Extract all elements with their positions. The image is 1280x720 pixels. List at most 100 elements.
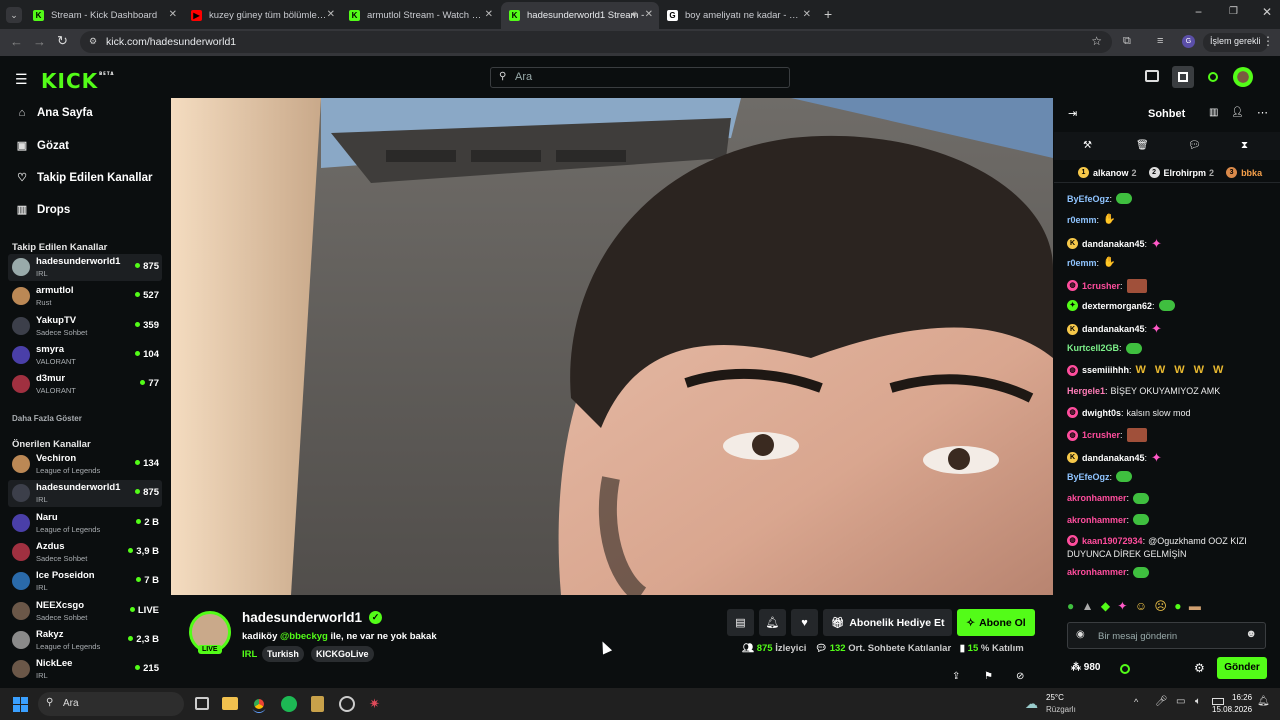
tag-chip[interactable]: KICKGoLive bbox=[311, 646, 374, 662]
chat-username[interactable]: Hergele1 bbox=[1067, 386, 1105, 396]
green-emote-icon[interactable]: ● bbox=[1174, 599, 1183, 613]
chat-username[interactable]: dwight0s bbox=[1082, 408, 1121, 418]
weather-temp[interactable]: 25°C bbox=[1046, 693, 1064, 702]
chat-username[interactable]: 1crusher bbox=[1082, 430, 1120, 440]
sidebar-channel[interactable]: Rakyz League of Legends 2,3 B bbox=[8, 627, 162, 654]
chat-username[interactable]: akronhammer bbox=[1067, 515, 1127, 525]
slow-mode-icon[interactable]: ⧗ bbox=[1241, 140, 1248, 151]
mute-icon[interactable]: ⊘ bbox=[1016, 671, 1024, 682]
leaderboard-entry[interactable]: 1 alkanow 2 bbox=[1078, 167, 1137, 178]
chat-message[interactable]: ByEfeOgz: bbox=[1067, 193, 1133, 204]
chat-message[interactable]: akronhammer: bbox=[1067, 492, 1150, 504]
minimize-icon[interactable]: − bbox=[1195, 5, 1202, 19]
channel-points[interactable]: ⁂ 980 bbox=[1071, 662, 1100, 673]
hammer-icon[interactable]: ⚒ bbox=[1083, 140, 1092, 151]
chat-message[interactable]: Hergele1: BİŞEY OKUYAMIYOZ AMK bbox=[1067, 386, 1220, 396]
chat-message[interactable]: Kdandanakan45: ✦ bbox=[1067, 321, 1162, 337]
url-field[interactable]: ⚙ kick.com/hadesunderworld1 ☆ bbox=[80, 31, 1112, 53]
chat-username[interactable]: r0emm bbox=[1067, 258, 1097, 268]
sidebar-channel[interactable]: NEEXcsgo Sadece Sohbet LIVE bbox=[8, 598, 162, 625]
chat-message[interactable]: akronhammer: bbox=[1067, 566, 1150, 578]
sidebar-channel[interactable]: hadesunderworld1 IRL 875 bbox=[8, 480, 162, 508]
chat-username[interactable]: dextermorgan62 bbox=[1082, 301, 1152, 311]
nav-item[interactable]: ▥ Drops bbox=[16, 203, 70, 217]
chat-username[interactable]: ssemiiihhh bbox=[1082, 365, 1129, 375]
spotify-icon[interactable] bbox=[281, 696, 297, 712]
close-tab-icon[interactable]: ✕ bbox=[645, 9, 653, 20]
menu-icon[interactable]: ☰ bbox=[15, 71, 28, 88]
reading-list-icon[interactable]: ≡ bbox=[1157, 35, 1163, 47]
back-icon[interactable]: ← bbox=[10, 34, 23, 49]
league-icon[interactable] bbox=[311, 696, 324, 712]
sidebar-channel[interactable]: smyra VALORANT 104 bbox=[8, 342, 162, 369]
sidebar-channel[interactable]: Azdus Sadece Sohbet 3,9 B bbox=[8, 539, 162, 566]
emoji-picker-icon[interactable]: ☻ bbox=[1245, 628, 1257, 640]
follow-heart-button[interactable]: ♥ bbox=[791, 609, 818, 636]
battery-icon[interactable] bbox=[1212, 698, 1224, 705]
clock-date[interactable]: 15.08.2026 bbox=[1212, 705, 1252, 714]
volume-icon[interactable]: 🔈︎ bbox=[1195, 696, 1201, 707]
users-icon[interactable]: 👤︎ bbox=[1231, 107, 1244, 118]
chat-message[interactable]: akronhammer: bbox=[1067, 514, 1150, 525]
close-window-icon[interactable]: ✕ bbox=[1262, 5, 1272, 19]
chat-message[interactable]: ◍ ssemiiihhh: WWWWW bbox=[1067, 364, 1232, 376]
notification-bell-button[interactable]: 🔔︎ bbox=[759, 609, 786, 636]
browser-tab[interactable]: Gboy ameliyatı ne kadar - Googl ✕ bbox=[659, 2, 817, 29]
collapse-chat-icon[interactable]: ⇥ bbox=[1068, 107, 1077, 120]
chat-message[interactable]: Kurtcell2GB: bbox=[1067, 342, 1142, 354]
close-tab-icon[interactable]: ✕ bbox=[169, 9, 177, 20]
share-icon[interactable]: ⇪ bbox=[952, 671, 960, 682]
chat-identity-icon[interactable]: ◉ bbox=[1076, 629, 1085, 640]
file-explorer-icon[interactable] bbox=[222, 697, 238, 710]
chat-username[interactable]: dandanakan45 bbox=[1082, 324, 1145, 334]
chat-message[interactable]: r0emm: ✋ bbox=[1067, 257, 1116, 268]
sidebar-channel[interactable]: Vechiron League of Legends 134 bbox=[8, 451, 162, 478]
chat-message[interactable]: ◍ 1crusher: bbox=[1067, 278, 1147, 293]
kick-coin-icon[interactable] bbox=[1120, 664, 1130, 674]
chat-message[interactable]: ◍ kaan19072934: @Oguzkhamd OOZ KIZI bbox=[1067, 535, 1247, 547]
chat-username[interactable]: ByEfeOgz bbox=[1067, 194, 1110, 204]
chat-message[interactable]: ByEfeOgz: bbox=[1067, 471, 1133, 483]
sidebar-channel[interactable]: hadesunderworld1 IRL 875 bbox=[8, 254, 162, 281]
browser-menu-icon[interactable]: ⋮ bbox=[1262, 34, 1274, 48]
chrome-icon[interactable] bbox=[251, 696, 267, 712]
chat-message[interactable]: ◍ 1crusher: bbox=[1067, 428, 1147, 443]
chat-message[interactable]: Kdandanakan45: ✦ bbox=[1067, 236, 1162, 252]
chat-message[interactable]: ✦ dextermorgan62: bbox=[1067, 300, 1175, 311]
chat-message[interactable]: r0emm: ✋ bbox=[1067, 214, 1116, 225]
restore-icon[interactable]: ❐ bbox=[1229, 6, 1238, 17]
notification-icon[interactable]: 🔔︎ bbox=[1257, 696, 1270, 707]
steam-icon[interactable] bbox=[339, 696, 355, 712]
new-tab-icon[interactable]: + bbox=[824, 6, 832, 22]
trash-icon[interactable]: 🗑︎ bbox=[1136, 140, 1149, 151]
chat-input[interactable]: ◉ Bir mesaj gönderin ☻ bbox=[1067, 622, 1266, 649]
frog-emote-icon[interactable]: ◆ bbox=[1101, 599, 1112, 613]
user-avatar[interactable] bbox=[1233, 67, 1253, 87]
tab-audio-icon[interactable]: 🔊︎ bbox=[631, 9, 637, 20]
game-client-icon[interactable]: ✷ bbox=[369, 696, 383, 712]
report-icon[interactable]: ⚑ bbox=[984, 671, 993, 682]
chat-message[interactable]: ◍ dwight0s: kalsın slow mod bbox=[1067, 407, 1191, 418]
subscribe-button[interactable]: ✧ Abone Ol bbox=[957, 609, 1035, 636]
smile-emote-icon[interactable]: ☺ bbox=[1135, 599, 1149, 613]
stream-title-mention[interactable]: @bbeckyg bbox=[280, 631, 328, 642]
weather-desc[interactable]: Rüzgarlı bbox=[1046, 705, 1076, 714]
kick-logo[interactable]: KICKBETA bbox=[41, 69, 114, 93]
bookmark-star-icon[interactable]: ☆ bbox=[1091, 34, 1102, 48]
tray-chevron-icon[interactable]: ^ bbox=[1134, 697, 1138, 707]
theater-mode-icon[interactable] bbox=[1145, 70, 1159, 82]
chat-bubble-icon[interactable]: 💬︎ bbox=[1188, 140, 1201, 151]
chat-username[interactable]: akronhammer bbox=[1067, 567, 1127, 577]
mic-icon[interactable]: 🎤︎ bbox=[1155, 696, 1168, 707]
nav-item[interactable]: ⌂ Ana Sayfa bbox=[16, 107, 93, 119]
browser-tab[interactable]: Khadesunderworld1 Stream - 🔊︎ ✕ bbox=[501, 2, 659, 29]
close-tab-icon[interactable]: ✕ bbox=[803, 9, 811, 20]
network-icon[interactable]: ▭ bbox=[1176, 696, 1185, 707]
send-button[interactable]: Gönder bbox=[1217, 657, 1267, 679]
windows-start-icon[interactable] bbox=[13, 697, 28, 712]
gift-sub-button[interactable]: 🎁︎ Abonelik Hediye Et bbox=[823, 609, 953, 636]
cry-emote-icon[interactable]: ☹ bbox=[1154, 599, 1169, 613]
category-link[interactable]: IRL bbox=[242, 649, 257, 660]
browser-tab[interactable]: K Stream - Kick Dashboard ✕ bbox=[25, 2, 183, 29]
nav-item[interactable]: ▣ Gözat bbox=[16, 139, 69, 153]
